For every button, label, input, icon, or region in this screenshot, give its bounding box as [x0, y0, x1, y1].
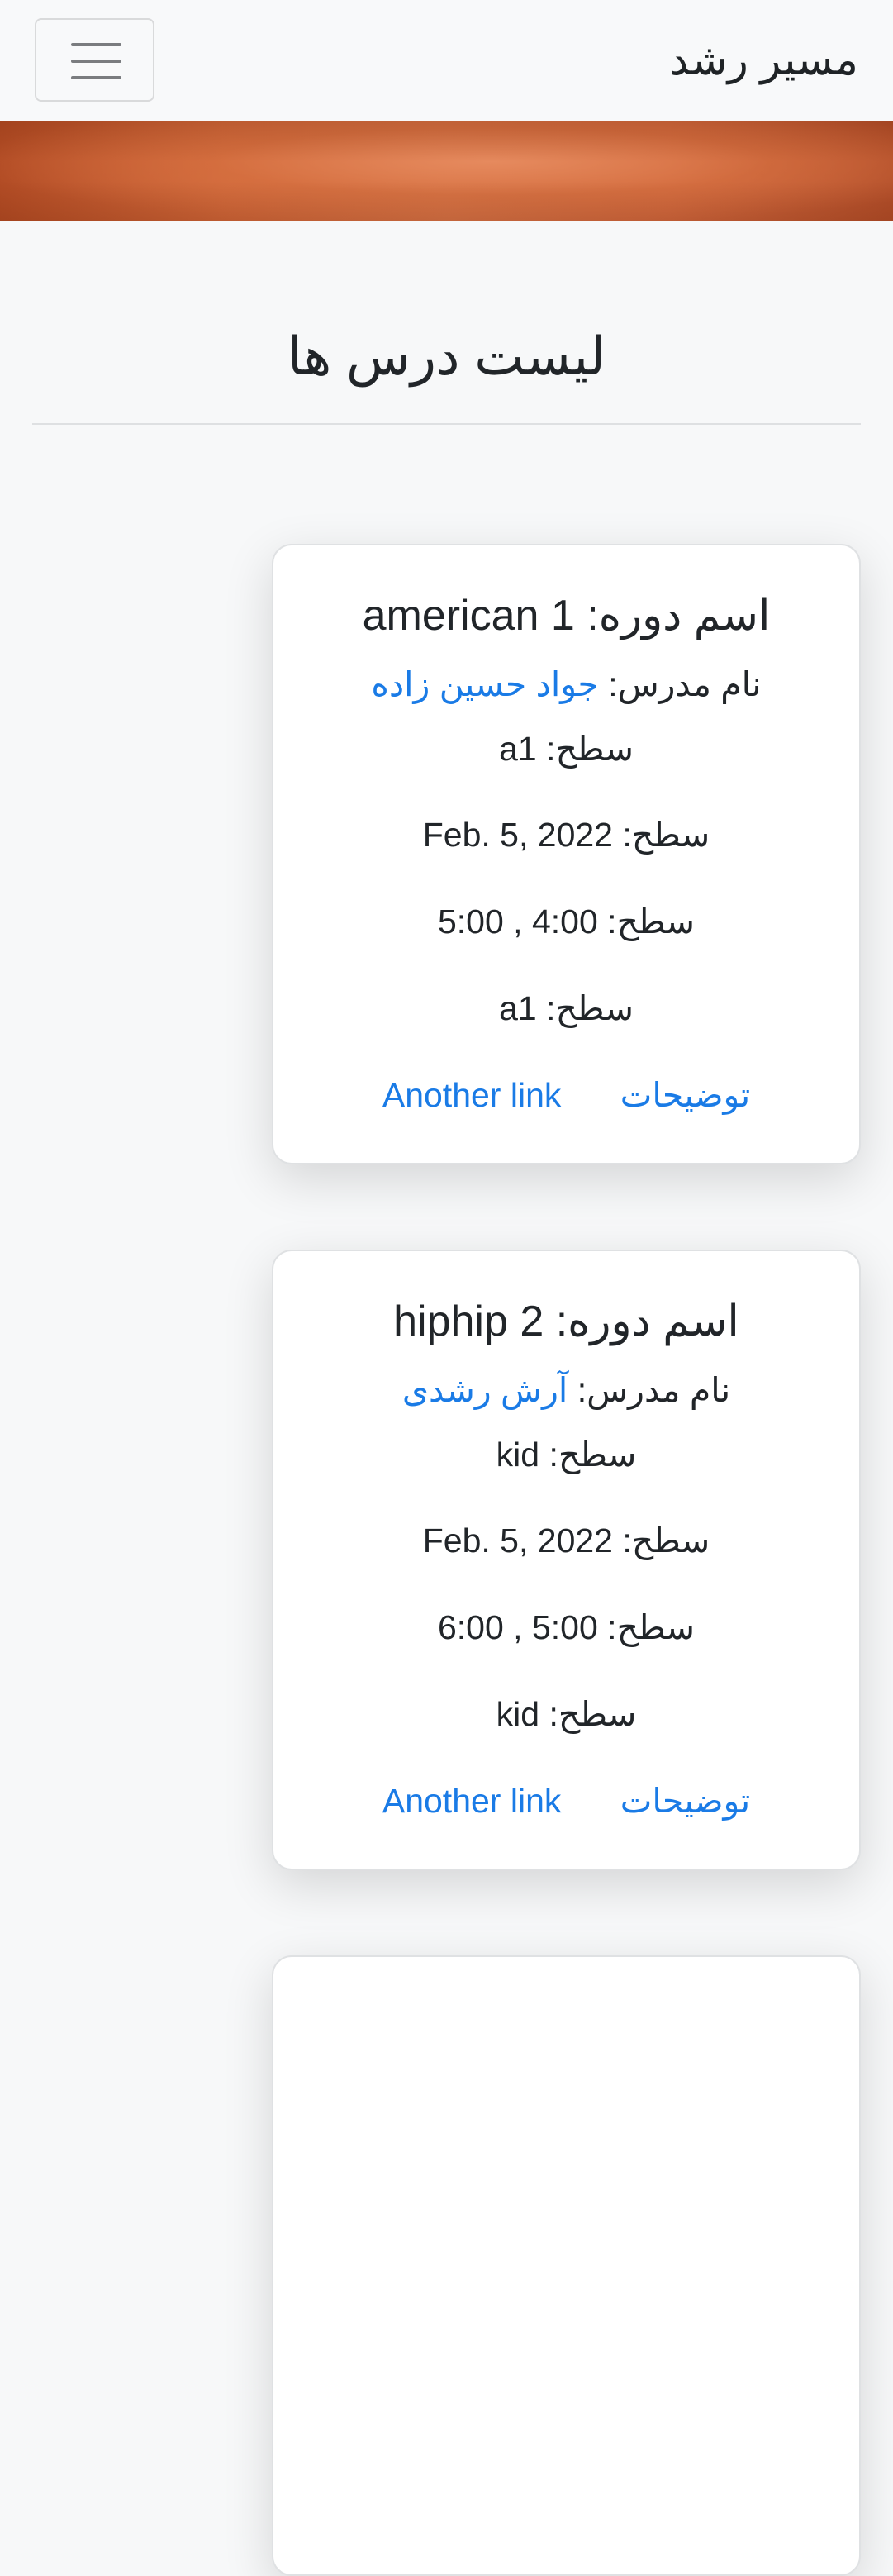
level-value: kid: [496, 1436, 540, 1474]
level-label: سطح:: [549, 1436, 637, 1474]
header-banner-image: [0, 121, 893, 221]
details-link[interactable]: توضیحات: [620, 1778, 750, 1824]
time-label: سطح:: [607, 1608, 696, 1646]
details-link[interactable]: توضیحات: [620, 1072, 750, 1118]
level-label: سطح:: [546, 730, 634, 768]
time-value: 5:00 , 4:00: [437, 902, 598, 940]
course-level: سطح: kid: [273, 1431, 859, 1478]
course-title: اسم دوره: hiphip 2: [273, 1293, 859, 1350]
level-value: kid: [496, 1695, 540, 1733]
course-card: اسم دوره: hiphip 2 نام مدرس: آرش رشدی سط…: [272, 1250, 861, 1870]
course-level-repeat: سطح: a1: [273, 985, 859, 1031]
divider: [32, 423, 861, 425]
course-date: سطح: Feb. 5, 2022: [273, 812, 859, 858]
card-links: توضیحات Another link: [273, 1778, 859, 1824]
course-teacher: نام مدرس: آرش رشدی: [273, 1367, 859, 1413]
date-value: Feb. 5, 2022: [422, 1521, 613, 1559]
course-name-value: hiphip 2: [393, 1298, 544, 1345]
course-level-repeat: سطح: kid: [273, 1691, 859, 1737]
teacher-link[interactable]: جواد حسین زاده: [371, 665, 598, 703]
course-name-value: american 1: [362, 592, 575, 640]
course-card-partial: [272, 1955, 861, 2576]
card-links: توضیحات Another link: [273, 1072, 859, 1118]
level-label: سطح:: [546, 989, 634, 1027]
course-card: اسم دوره: american 1 نام مدرس: جواد حسین…: [272, 544, 861, 1164]
course-time: سطح: 6:00 , 5:00: [273, 1604, 859, 1650]
level-value: a1: [499, 989, 537, 1027]
course-time: سطح: 5:00 , 4:00: [273, 898, 859, 945]
course-title: اسم دوره: american 1: [273, 587, 859, 645]
level-value: a1: [499, 730, 537, 768]
course-teacher: نام مدرس: جواد حسین زاده: [273, 661, 859, 707]
navbar-toggler-button[interactable]: [35, 18, 154, 102]
course-level: سطح: a1: [273, 726, 859, 772]
another-link[interactable]: Another link: [382, 1072, 562, 1118]
course-date: سطح: Feb. 5, 2022: [273, 1517, 859, 1564]
another-link[interactable]: Another link: [382, 1778, 562, 1824]
page-title: لیست درس ها: [287, 326, 606, 386]
level-label: سطح:: [549, 1695, 637, 1733]
brand-link[interactable]: مسیر رشد: [669, 31, 858, 89]
teacher-link[interactable]: آرش رشدی: [402, 1371, 568, 1409]
navbar: مسیر رشد: [0, 0, 893, 121]
teacher-label: نام مدرس:: [577, 1371, 731, 1409]
hamburger-menu-icon-bar: [71, 76, 121, 79]
time-value: 6:00 , 5:00: [437, 1608, 598, 1646]
hamburger-menu-icon: [71, 43, 121, 46]
date-value: Feb. 5, 2022: [422, 816, 613, 854]
date-label: سطح:: [622, 816, 710, 854]
course-name-label: اسم دوره:: [555, 1298, 739, 1345]
banner-shade: [0, 121, 893, 221]
teacher-label: نام مدرس:: [608, 665, 762, 703]
date-label: سطح:: [622, 1521, 710, 1559]
course-name-label: اسم دوره:: [587, 592, 771, 640]
hamburger-menu-icon-bar: [71, 60, 121, 63]
time-label: سطح:: [607, 902, 696, 940]
